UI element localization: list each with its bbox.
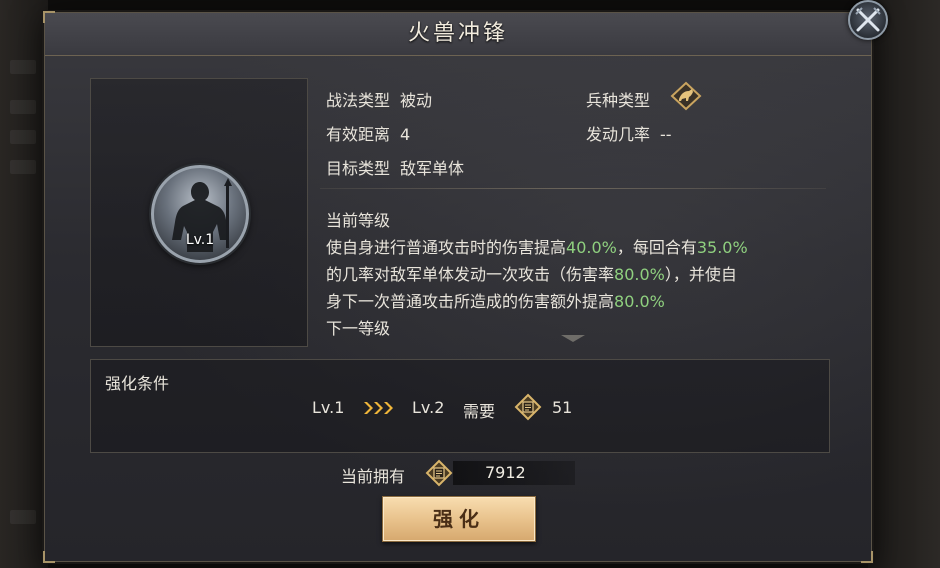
trigger-rate-row: 发动几率 -- <box>586 121 672 145</box>
upgrade-button[interactable]: 强化 <box>382 496 536 542</box>
tactic-type-value: 被动 <box>400 91 433 110</box>
unit-type-label: 兵种类型 <box>586 91 651 110</box>
owned-value: 7912 <box>485 463 526 482</box>
to-level: Lv.2 <box>412 398 445 417</box>
range-value: 4 <box>400 125 411 144</box>
skill-upgrade-dialog: 火兽冲锋 Lv.1 战法类型 被动 兵种类型 有效距离 4 发动几率 -- 目标类型敌… <box>43 11 873 563</box>
target-type-label: 目标类型 <box>326 159 391 178</box>
description-line-3: 身下一次普通攻击所造成的伤害额外提高80.0% <box>326 292 665 311</box>
range-row: 有效距离 4 <box>326 121 410 145</box>
skill-description[interactable]: 当前等级 使自身进行普通攻击时的伤害提高40.0%，每回合有35.0% 的几率对… <box>326 207 826 342</box>
description-line-2: 的几率对敌军单体发动一次攻击（伤害率80.0%），并使自 <box>326 265 737 284</box>
corner-ornament <box>861 551 873 563</box>
cavalry-unit-icon[interactable] <box>670 81 702 111</box>
corner-ornament <box>43 551 55 563</box>
tactic-type-label: 战法类型 <box>326 91 391 110</box>
owned-label: 当前拥有 <box>341 467 406 486</box>
target-type-row: 目标类型 敌军单体 <box>326 155 464 179</box>
trigger-chance-value: 35.0% <box>696 238 748 257</box>
need-label: 需要 <box>463 402 496 421</box>
tactic-book-token-icon <box>514 393 542 421</box>
tactic-type-row: 战法类型 被动 <box>326 87 432 111</box>
background-left <box>0 0 48 568</box>
title-bar: 火兽冲锋 <box>45 13 871 56</box>
upgrade-condition-title: 强化条件 <box>105 374 170 393</box>
triple-chevron-right-icon <box>364 402 393 414</box>
range-label: 有效距离 <box>326 125 391 144</box>
trigger-rate-label: 发动几率 <box>586 125 651 144</box>
extra-damage-value: 80.0% <box>614 292 665 311</box>
skill-avatar: Lv.1 <box>151 165 249 263</box>
background-right <box>868 0 940 568</box>
close-button[interactable] <box>848 0 888 40</box>
skill-level-badge: Lv.1 <box>185 232 215 248</box>
damage-bonus-value: 40.0% <box>566 238 617 257</box>
screen-top-edge <box>0 0 940 10</box>
info-divider <box>320 188 826 189</box>
dialog-title: 火兽冲锋 <box>407 21 508 46</box>
trigger-rate-value: -- <box>660 125 672 144</box>
damage-rate-value: 80.0% <box>614 265 665 284</box>
current-level-heading: 当前等级 <box>326 211 391 230</box>
upgrade-cost: 51 <box>552 398 573 417</box>
tactic-book-token-icon <box>425 459 453 487</box>
skill-portrait-panel: Lv.1 <box>90 78 308 347</box>
description-line-1: 使自身进行普通攻击时的伤害提高40.0%，每回合有35.0% <box>326 238 748 257</box>
target-type-value: 敌军单体 <box>400 159 465 178</box>
unit-type-row: 兵种类型 <box>586 87 650 111</box>
scroll-down-icon[interactable] <box>561 335 585 342</box>
upgrade-condition-panel: 强化条件 Lv.1 Lv.2 需要 51 <box>90 359 830 453</box>
crossed-swords-close-icon <box>855 7 881 32</box>
from-level: Lv.1 <box>312 398 345 417</box>
